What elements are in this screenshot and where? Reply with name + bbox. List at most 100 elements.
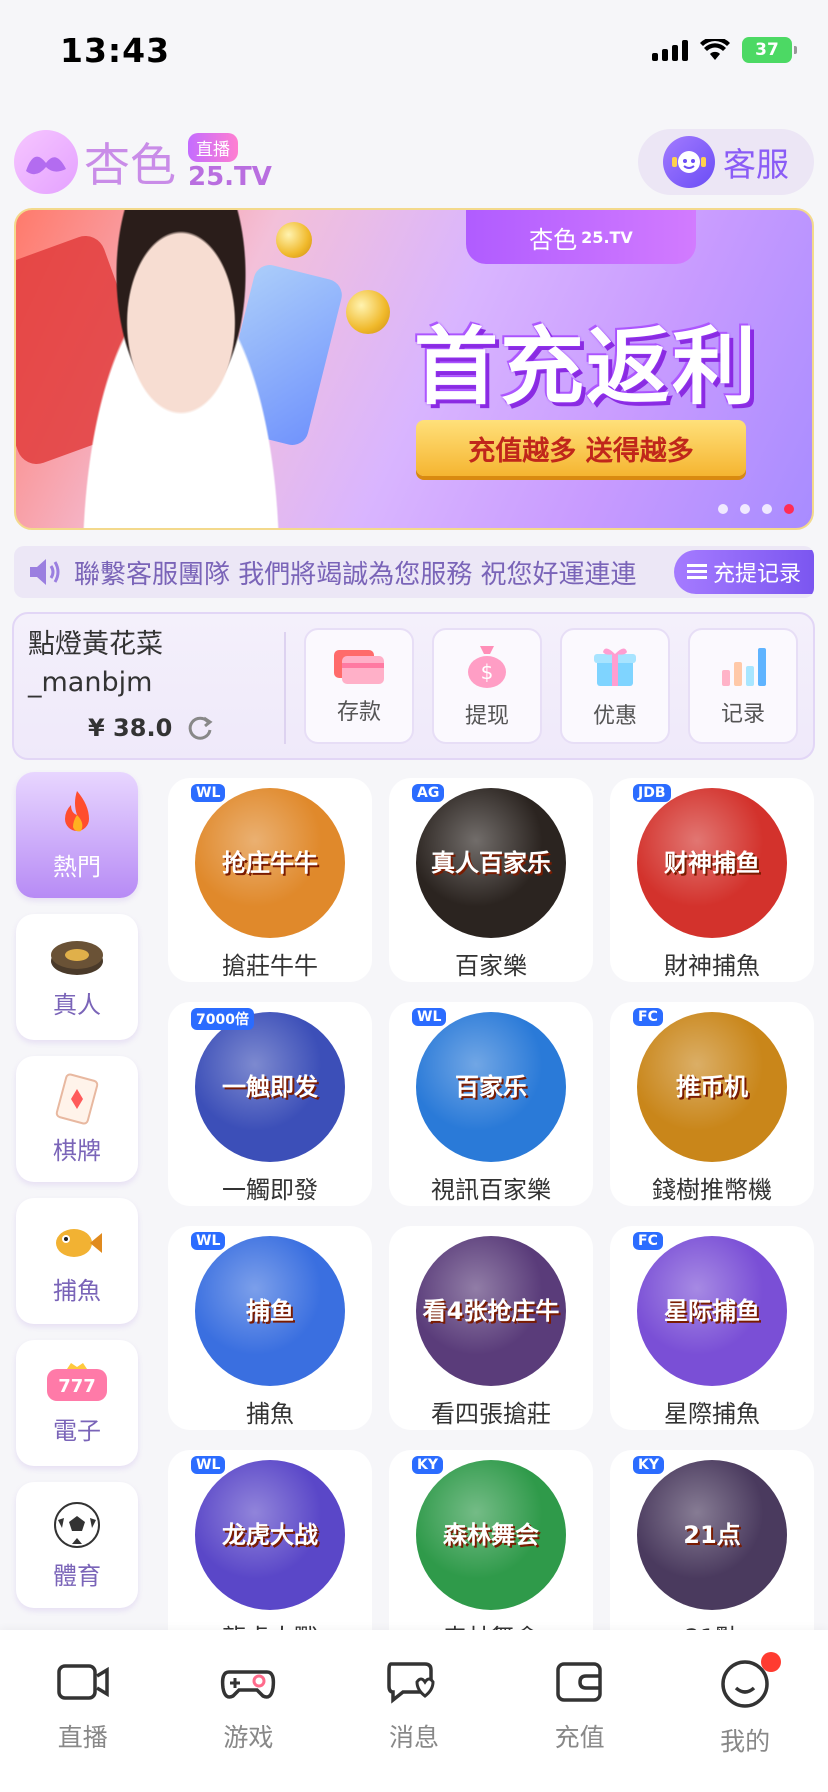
banner-logo-url: 25.TV bbox=[581, 227, 633, 247]
provider-tag: KY bbox=[633, 1456, 664, 1474]
promotion-button[interactable]: 优惠 bbox=[560, 628, 670, 744]
playing-card-icon bbox=[55, 1073, 99, 1124]
svg-text:$: $ bbox=[481, 660, 494, 684]
category-fishing[interactable]: 捕魚 bbox=[16, 1198, 138, 1324]
carousel-dot[interactable] bbox=[762, 504, 772, 514]
game-card[interactable]: 看4张抢庄牛 看四張搶莊 bbox=[389, 1226, 593, 1430]
nav-live[interactable]: 直播 bbox=[23, 1658, 143, 1792]
game-card[interactable]: KY21点21點 bbox=[610, 1450, 814, 1654]
game-card[interactable]: AG 真人百家乐百家樂 bbox=[389, 778, 593, 982]
game-name: 百家樂 bbox=[455, 952, 527, 980]
nav-label: 游戏 bbox=[223, 1723, 274, 1752]
nav-label: 直播 bbox=[57, 1723, 108, 1752]
fish-icon bbox=[56, 1228, 102, 1257]
wallet-divider bbox=[284, 632, 286, 744]
category-live[interactable]: 真人 bbox=[16, 914, 138, 1040]
game-card[interactable]: FC 星际捕鱼 星際捕魚 bbox=[610, 1226, 814, 1430]
header: 杏色 直播 25.TV 客服 bbox=[14, 118, 814, 206]
provider-tag: 7000倍 bbox=[191, 1008, 254, 1030]
carousel-dot[interactable] bbox=[718, 504, 728, 514]
slot-icon: 777 bbox=[47, 1362, 107, 1401]
game-artwork: WL 百家乐 bbox=[412, 1008, 566, 1162]
gift-icon bbox=[594, 648, 636, 686]
game-artwork-title: 21点 bbox=[683, 1521, 741, 1549]
camera-icon bbox=[57, 1664, 109, 1700]
game-artwork-title: 看4张抢庄牛 bbox=[422, 1297, 560, 1325]
category-hot[interactable]: 熱門 bbox=[16, 772, 138, 898]
deposit-label: 存款 bbox=[336, 700, 381, 725]
notification-badge bbox=[761, 1652, 782, 1672]
game-name: 一觸即發 bbox=[222, 1176, 318, 1204]
category-sidebar: 熱門 真人 棋牌 捕魚 777 電子 體育 bbox=[16, 772, 140, 1622]
game-artwork-title: 星际捕鱼 bbox=[664, 1297, 760, 1325]
logo-name: 杏色 bbox=[84, 138, 176, 192]
category-label: 體育 bbox=[53, 1561, 101, 1590]
nav-profile[interactable]: 我的 bbox=[685, 1652, 805, 1792]
game-artwork: WL 捕鱼 bbox=[191, 1232, 345, 1386]
game-name: 捕魚 bbox=[246, 1400, 294, 1428]
game-artwork-title: 捕鱼 bbox=[246, 1297, 294, 1325]
provider-tag: WL bbox=[191, 784, 226, 802]
records-button[interactable]: 记录 bbox=[688, 628, 798, 744]
carousel-dot-active[interactable] bbox=[784, 504, 794, 514]
battery-indicator: 37 bbox=[742, 37, 797, 63]
game-card[interactable]: 7000倍 一触即发一觸即發 bbox=[168, 1002, 372, 1206]
banner-ribbon: 充值越多 送得越多 bbox=[416, 420, 746, 476]
wallet-icon bbox=[555, 1662, 602, 1702]
logo-tag: 直播 bbox=[188, 132, 238, 162]
provider-tag: AG bbox=[412, 784, 445, 802]
game-name: 搶莊牛牛 bbox=[222, 952, 318, 980]
game-artwork: JDB 财神捕鱼 bbox=[633, 784, 787, 938]
game-card[interactable]: JDB 财神捕鱼 財神捕魚 bbox=[610, 778, 814, 982]
wallet-actions: 存款 $ 提现 优惠 记录 bbox=[304, 628, 798, 744]
chip-icon bbox=[51, 940, 103, 975]
nav-recharge[interactable]: 充值 bbox=[520, 1658, 640, 1792]
withdraw-button[interactable]: $ 提现 bbox=[432, 628, 542, 744]
game-card[interactable]: WL 捕鱼捕魚 bbox=[168, 1226, 372, 1430]
nav-messages[interactable]: 消息 bbox=[354, 1658, 474, 1792]
nav-label: 消息 bbox=[388, 1723, 439, 1752]
game-card[interactable]: WL龙虎大战龍虎大戰 bbox=[168, 1450, 372, 1654]
app-logo[interactable]: 杏色 直播 25.TV bbox=[14, 129, 272, 195]
customer-service-button[interactable]: 客服 bbox=[638, 129, 814, 195]
game-artwork-title: 森林舞会 bbox=[443, 1521, 539, 1549]
game-artwork: 7000倍 一触即发 bbox=[191, 1008, 345, 1162]
soccer-ball-icon bbox=[54, 1501, 100, 1548]
game-artwork: AG 真人百家乐 bbox=[412, 784, 566, 938]
signal-icon bbox=[652, 39, 688, 61]
game-card[interactable]: WL 百家乐 視訊百家樂 bbox=[389, 1002, 593, 1206]
category-sports[interactable]: 體育 bbox=[16, 1482, 138, 1608]
refresh-icon[interactable] bbox=[186, 714, 214, 742]
promo-banner[interactable]: 杏色 25.TV 首充返利 充值越多 送得越多 bbox=[14, 208, 814, 530]
message-icon bbox=[387, 1662, 435, 1704]
game-artwork: WL 龙虎大战 bbox=[191, 1456, 345, 1610]
carousel-dot[interactable] bbox=[740, 504, 750, 514]
category-label: 電子 bbox=[53, 1416, 101, 1445]
game-artwork: 看4张抢庄牛 bbox=[416, 1236, 566, 1386]
game-artwork-title: 百家乐 bbox=[455, 1073, 527, 1101]
deposit-withdraw-records-button[interactable]: 充提记录 bbox=[674, 550, 814, 594]
gamepad-icon bbox=[221, 1670, 276, 1699]
game-card[interactable]: KY森林舞会森林舞會 bbox=[389, 1450, 593, 1654]
fire-icon bbox=[65, 790, 89, 831]
customer-service-label: 客服 bbox=[723, 145, 789, 184]
provider-tag: JDB bbox=[633, 784, 671, 802]
banner-logo-tab: 杏色 25.TV bbox=[466, 210, 696, 264]
speaker-icon bbox=[30, 559, 60, 585]
nav-games[interactable]: 游戏 bbox=[188, 1658, 308, 1792]
banner-headline: 首充返利 bbox=[413, 317, 758, 416]
game-artwork: KY 21点 bbox=[633, 1456, 787, 1610]
category-cards[interactable]: 棋牌 bbox=[16, 1056, 138, 1182]
category-label: 棋牌 bbox=[53, 1136, 101, 1165]
deposit-button[interactable]: 存款 bbox=[304, 628, 414, 744]
game-card[interactable]: FC 推币机 錢樹推幣機 bbox=[610, 1002, 814, 1206]
status-time: 13:43 bbox=[60, 30, 171, 70]
logo-badge: 直播 25.TV bbox=[188, 132, 272, 192]
game-card[interactable]: WL 抢庄牛牛 搶莊牛牛 bbox=[168, 778, 372, 982]
game-artwork-title: 真人百家乐 bbox=[431, 849, 551, 877]
provider-tag: FC bbox=[633, 1008, 663, 1026]
card-icon bbox=[334, 650, 384, 684]
category-slots[interactable]: 777 電子 bbox=[16, 1340, 138, 1466]
provider-tag: KY bbox=[412, 1456, 443, 1474]
provider-tag: WL bbox=[191, 1456, 226, 1474]
